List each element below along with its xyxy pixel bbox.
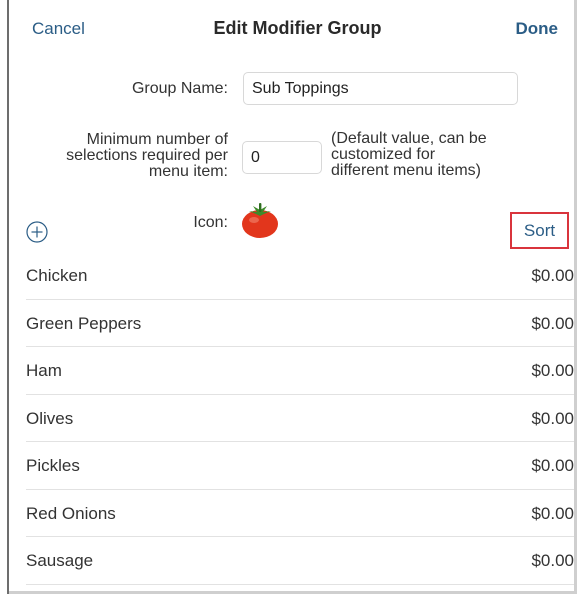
- item-name: Sausage: [26, 551, 94, 570]
- item-name: Chicken: [26, 266, 88, 285]
- group-name-input[interactable]: [243, 72, 518, 105]
- min-selections-help-line1: (Default value, can be: [331, 130, 487, 147]
- item-price: $0.00: [531, 408, 574, 428]
- item-name: Olives: [26, 408, 74, 428]
- list-item[interactable]: Sausage $0.00: [26, 537, 574, 585]
- item-name: Red Onions: [26, 503, 116, 523]
- item-price: $0.00: [531, 456, 574, 475]
- done-button[interactable]: Done: [516, 19, 559, 39]
- edit-modifier-group-dialog: Cancel Edit Modifier Group Done Group Na…: [11, 0, 574, 591]
- min-selections-label: Minimum number of selections required pe…: [28, 132, 228, 180]
- icon-label: Icon:: [193, 214, 228, 231]
- min-selections-help-line2: customized for: [331, 146, 436, 163]
- list-item[interactable]: Red Onions $0.00: [26, 490, 574, 537]
- item-name: Ham: [26, 361, 62, 380]
- background-page-edge: [0, 0, 9, 594]
- group-name-label: Group Name:: [131, 80, 228, 97]
- min-selections-help-line3: different menu items): [331, 162, 481, 179]
- item-price: $0.00: [531, 313, 574, 333]
- list-item[interactable]: Pickles $0.00: [26, 442, 574, 490]
- dialog-title: Edit Modifier Group: [213, 18, 382, 38]
- list-item[interactable]: Green Peppers $0.00: [26, 300, 574, 347]
- min-selections-label-line2: selections required per: [66, 147, 228, 164]
- modifier-list: Chicken $0.00 Green Peppers $0.00 Ham $0…: [26, 252, 574, 585]
- min-selections-help: (Default value, can be customized for di…: [331, 131, 551, 179]
- plus-circle-icon[interactable]: [26, 221, 48, 243]
- list-item[interactable]: Chicken $0.00: [26, 252, 574, 300]
- sort-button[interactable]: Sort: [510, 212, 569, 249]
- list-item[interactable]: Ham $0.00: [26, 347, 574, 395]
- item-price: $0.00: [531, 503, 574, 523]
- list-item[interactable]: Olives $0.00: [26, 395, 574, 442]
- min-selections-label-line3: menu item:: [148, 163, 228, 180]
- min-selections-input[interactable]: [242, 141, 322, 174]
- item-name: Pickles: [26, 456, 80, 475]
- tomato-icon[interactable]: [240, 201, 280, 239]
- item-price: $0.00: [531, 266, 574, 285]
- item-name: Green Peppers: [26, 313, 142, 333]
- item-price: $0.00: [531, 551, 574, 570]
- min-selections-label-line1: Minimum number of: [86, 131, 228, 148]
- item-price: $0.00: [531, 361, 574, 380]
